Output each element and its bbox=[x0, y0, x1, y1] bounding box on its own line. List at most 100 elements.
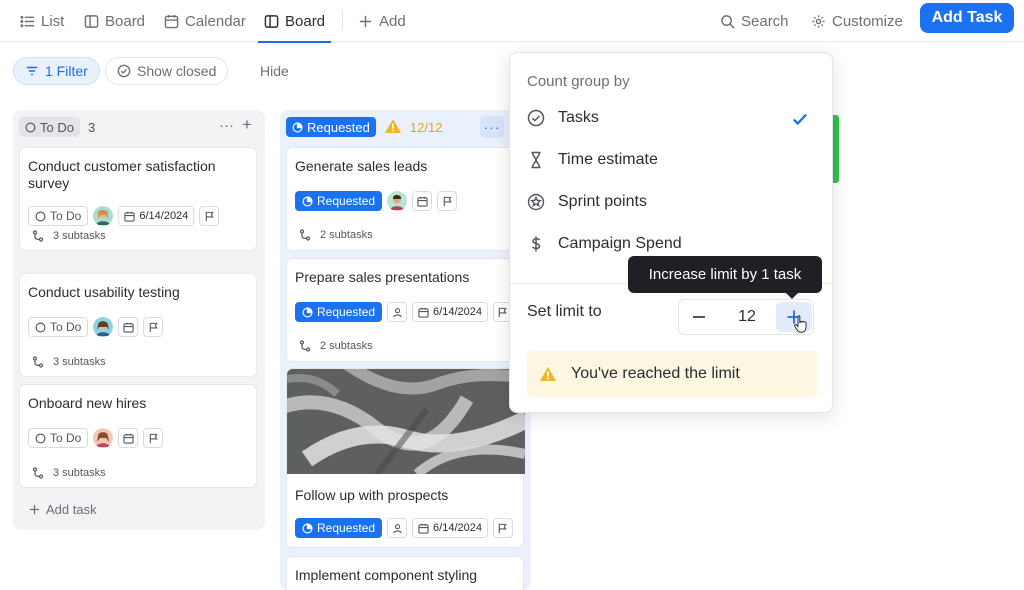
nav-divider bbox=[342, 10, 343, 30]
due-date-chip[interactable]: 6/14/2024 bbox=[412, 302, 488, 322]
assignee-button[interactable] bbox=[387, 518, 408, 538]
column-todo: To Do 3 ··· + Conduct customer satisfact… bbox=[13, 110, 265, 530]
column-add-icon[interactable]: + bbox=[242, 115, 252, 135]
status-chip[interactable]: To Do bbox=[28, 428, 89, 448]
status-chip-label: Requested bbox=[317, 194, 376, 208]
decrease-limit-button[interactable] bbox=[679, 300, 719, 334]
due-date-chip[interactable]: 6/14/2024 bbox=[412, 518, 488, 538]
filter-icon bbox=[26, 66, 38, 76]
status-progress-icon bbox=[302, 307, 313, 317]
task-title: Follow up with prospects bbox=[295, 487, 449, 503]
column-todo-header: To Do 3 bbox=[19, 117, 95, 137]
warning-icon bbox=[384, 118, 402, 137]
task-card[interactable]: Onboard new hires To Do 3 subtasks bbox=[19, 384, 257, 488]
priority-flag-button[interactable] bbox=[492, 518, 513, 538]
task-card[interactable]: Conduct customer satisfaction survey To … bbox=[19, 147, 257, 251]
option-time-estimate[interactable]: Time estimate bbox=[527, 147, 817, 173]
option-label: Campaign Spend bbox=[558, 235, 682, 252]
tab-calendar-label: Calendar bbox=[185, 12, 246, 30]
task-card[interactable]: Conduct usability testing To Do 3 subtas… bbox=[19, 273, 257, 377]
due-date-button[interactable] bbox=[412, 191, 433, 211]
status-circle-icon bbox=[35, 433, 46, 443]
status-chip[interactable]: To Do bbox=[28, 317, 89, 337]
status-badge-requested[interactable]: Requested bbox=[286, 117, 376, 137]
subtask-count: 2 subtasks bbox=[320, 229, 373, 241]
option-label: Time estimate bbox=[558, 151, 658, 168]
task-card[interactable]: Follow up with prospects Requested 6/14/… bbox=[286, 368, 525, 548]
add-view-button[interactable]: Add bbox=[358, 0, 406, 42]
due-date-button[interactable] bbox=[118, 317, 139, 337]
avatar[interactable] bbox=[93, 317, 114, 337]
calendar-icon bbox=[416, 196, 428, 207]
show-closed-button[interactable]: Show closed bbox=[105, 57, 229, 85]
status-badge-todo[interactable]: To Do bbox=[19, 117, 80, 137]
task-card[interactable]: Generate sales leads Requested 2 subtask… bbox=[286, 147, 524, 251]
search-icon bbox=[721, 14, 735, 29]
task-card[interactable]: Implement component styling bbox=[286, 556, 524, 590]
task-title: Conduct usability testing bbox=[28, 284, 180, 300]
limit-value[interactable]: 12 bbox=[723, 300, 771, 334]
option-campaign-spend[interactable]: Campaign Spend bbox=[527, 231, 817, 257]
priority-flag-button[interactable] bbox=[199, 206, 220, 226]
status-chip[interactable]: Requested bbox=[295, 191, 383, 211]
priority-flag-button[interactable] bbox=[437, 191, 458, 211]
tab-board[interactable]: Board bbox=[84, 0, 145, 42]
search-button[interactable]: Search bbox=[720, 0, 789, 42]
avatar[interactable] bbox=[93, 206, 114, 226]
column-menu-icon[interactable]: ··· bbox=[480, 116, 504, 138]
customize-label: Customize bbox=[832, 12, 903, 30]
subtasks-toggle[interactable]: 2 subtasks bbox=[299, 340, 373, 352]
priority-flag-button[interactable] bbox=[143, 428, 164, 448]
subtask-count: 3 subtasks bbox=[53, 356, 106, 368]
board-icon bbox=[264, 14, 279, 28]
status-chip[interactable]: Requested bbox=[295, 302, 383, 322]
assignee-button[interactable] bbox=[387, 302, 408, 322]
tab-list[interactable]: List bbox=[20, 0, 64, 42]
due-date: 6/14/2024 bbox=[433, 522, 482, 534]
sprint-star-icon bbox=[527, 193, 545, 211]
option-label: Sprint points bbox=[558, 193, 647, 210]
option-label: Tasks bbox=[558, 109, 599, 126]
task-card[interactable]: Prepare sales presentations Requested 6/… bbox=[286, 258, 524, 362]
column-requested-header: Requested 12/12 bbox=[286, 117, 442, 137]
status-chip-label: To Do bbox=[50, 209, 82, 223]
column-menu-icon[interactable]: ··· bbox=[219, 117, 234, 134]
customize-button[interactable]: Customize bbox=[811, 0, 903, 42]
search-label: Search bbox=[741, 12, 789, 30]
tab-calendar[interactable]: Calendar bbox=[164, 0, 246, 42]
show-closed-label: Show closed bbox=[137, 63, 217, 79]
subtasks-toggle[interactable]: 3 subtasks bbox=[32, 356, 106, 368]
status-label: To Do bbox=[40, 119, 74, 135]
tab-board-active[interactable]: Board bbox=[257, 0, 332, 43]
subtasks-toggle[interactable]: 3 subtasks bbox=[32, 467, 106, 479]
task-count: 3 bbox=[87, 119, 96, 135]
add-task-button[interactable]: Add Task bbox=[920, 3, 1014, 33]
hide-button[interactable]: Hide bbox=[260, 63, 289, 79]
plus-icon bbox=[29, 504, 40, 515]
avatar[interactable] bbox=[387, 191, 408, 211]
column-edge-indicator bbox=[833, 115, 839, 183]
status-chip[interactable]: Requested bbox=[295, 518, 383, 538]
due-date-chip[interactable]: 6/14/2024 bbox=[118, 206, 195, 226]
subtasks-toggle[interactable]: 2 subtasks bbox=[299, 229, 373, 241]
priority-flag-button[interactable] bbox=[143, 317, 164, 337]
status-chip[interactable]: To Do bbox=[28, 206, 89, 226]
option-tasks[interactable]: Tasks bbox=[527, 105, 817, 131]
subtasks-toggle[interactable]: 3 subtasks bbox=[32, 230, 106, 242]
set-limit-label: Set limit to bbox=[527, 303, 602, 320]
calendar-icon bbox=[418, 523, 429, 534]
add-task-in-column[interactable]: Add task bbox=[29, 502, 97, 517]
task-title: Implement component styling bbox=[295, 567, 478, 583]
status-chip-label: Requested bbox=[317, 305, 376, 319]
status-progress-icon bbox=[292, 122, 303, 132]
due-date: 6/14/2024 bbox=[139, 210, 189, 222]
task-title: Generate sales leads bbox=[295, 158, 428, 174]
option-sprint-points[interactable]: Sprint points bbox=[527, 189, 817, 215]
flag-icon bbox=[205, 211, 214, 221]
due-date-button[interactable] bbox=[118, 428, 139, 448]
calendar-icon bbox=[164, 14, 179, 28]
list-icon bbox=[20, 15, 35, 27]
avatar[interactable] bbox=[93, 428, 114, 448]
filter-button[interactable]: 1 Filter bbox=[13, 57, 100, 85]
flag-icon bbox=[149, 433, 158, 443]
